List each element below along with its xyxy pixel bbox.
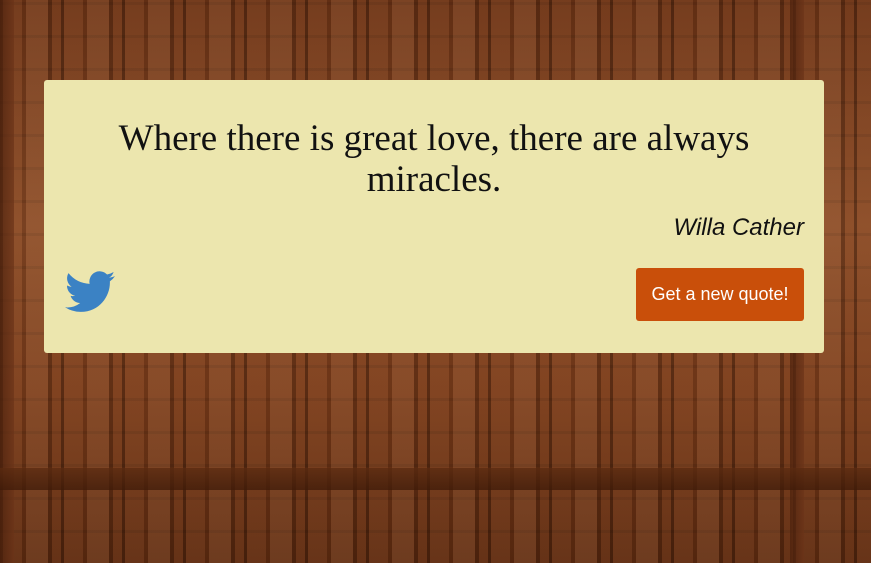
tweet-quote-button[interactable] — [65, 270, 115, 314]
twitter-bird-icon — [65, 271, 115, 312]
quote-author: Willa Cather — [673, 214, 805, 241]
quote-text: Where there is great love, there are alw… — [118, 118, 750, 200]
new-quote-button[interactable]: Get a new quote! — [636, 268, 804, 321]
bookshelf-plank — [0, 468, 871, 490]
quote-box: Where there is great love, there are alw… — [44, 80, 824, 353]
